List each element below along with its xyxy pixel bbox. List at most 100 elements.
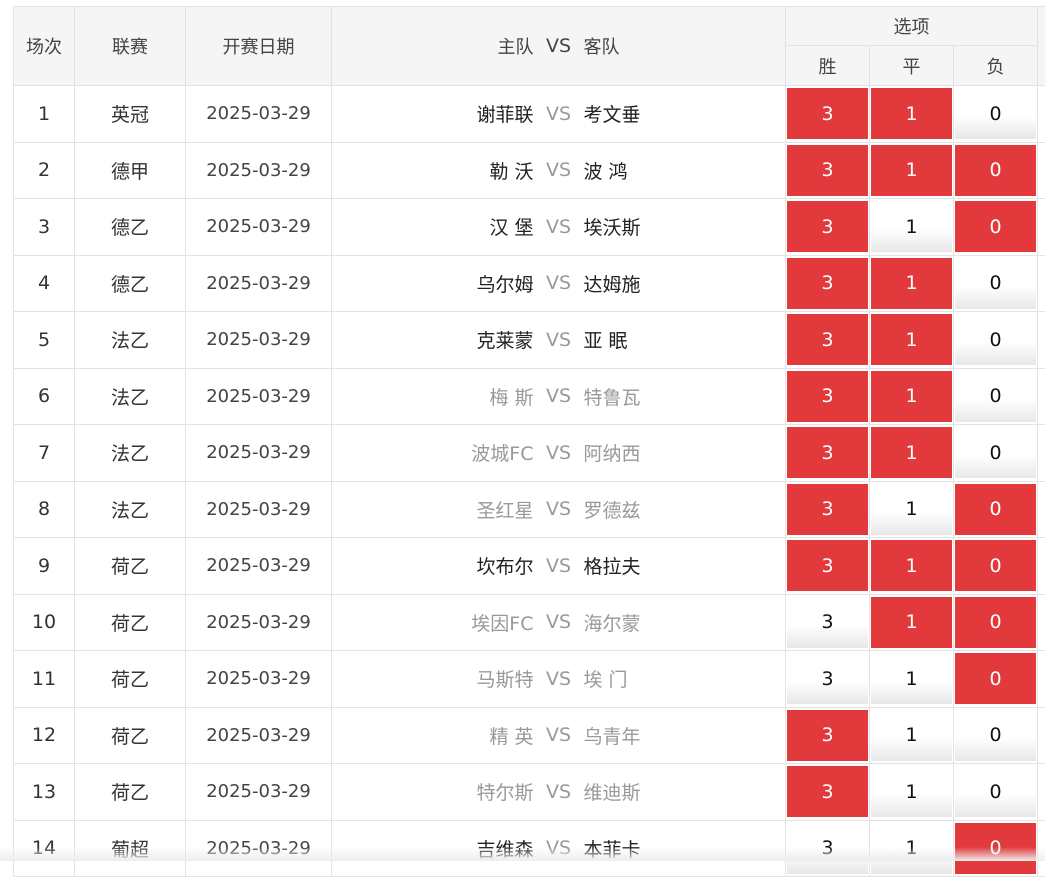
header-options: 选项 — [786, 7, 1038, 46]
header-spacer — [1038, 7, 1045, 86]
option-draw-button[interactable]: 1 — [871, 145, 952, 196]
row-spacer — [1038, 764, 1045, 821]
match-number: 5 — [14, 312, 75, 369]
home-team: 坎布尔 — [334, 552, 534, 579]
match-date: 2025-03-29 — [186, 707, 332, 764]
vs-label: VS — [534, 103, 584, 125]
option-lose-button[interactable]: 0 — [955, 88, 1036, 139]
table-row: 12荷乙2025-03-29精 英VS乌青年310 — [14, 707, 1045, 764]
home-team: 克莱蒙 — [334, 326, 534, 353]
match-teams: 特尔斯VS维迪斯 — [332, 764, 786, 821]
table-row: 10荷乙2025-03-29埃因FCVS海尔蒙310 — [14, 594, 1045, 651]
option-lose-button[interactable]: 0 — [955, 314, 1036, 365]
option-lose-button[interactable]: 0 — [955, 371, 1036, 422]
option-win-button[interactable]: 3 — [787, 540, 868, 591]
option-draw-button[interactable]: 1 — [871, 597, 952, 648]
option-win-button[interactable]: 3 — [787, 710, 868, 761]
option-win-button[interactable]: 3 — [787, 597, 868, 648]
match-teams: 谢菲联VS考文垂 — [332, 86, 786, 143]
option-draw-button[interactable]: 1 — [871, 371, 952, 422]
option-win-button[interactable]: 3 — [787, 371, 868, 422]
row-spacer — [1038, 651, 1045, 708]
match-date: 2025-03-29 — [186, 764, 332, 821]
option-lose-button[interactable]: 0 — [955, 653, 1036, 704]
match-teams: 精 英VS乌青年 — [332, 707, 786, 764]
option-lose-button[interactable]: 0 — [955, 597, 1036, 648]
home-team: 埃因FC — [334, 609, 534, 636]
option-lose-button[interactable]: 0 — [955, 201, 1036, 252]
option-lose-button[interactable]: 0 — [955, 145, 1036, 196]
table-row: 2德甲2025-03-29勒 沃VS波 鸿310 — [14, 142, 1045, 199]
option-draw-button[interactable]: 1 — [871, 427, 952, 478]
vs-label: VS — [534, 498, 584, 520]
header-league: 联赛 — [75, 7, 186, 86]
option-lose-button[interactable]: 0 — [955, 766, 1036, 817]
away-team: 埃沃斯 — [584, 213, 784, 240]
option-lose-button[interactable]: 0 — [955, 710, 1036, 761]
match-date: 2025-03-29 — [186, 142, 332, 199]
option-draw-button[interactable]: 1 — [871, 710, 952, 761]
option-draw-button[interactable]: 1 — [871, 766, 952, 817]
away-team: 考文垂 — [584, 100, 784, 127]
option-lose-button[interactable]: 0 — [955, 258, 1036, 309]
away-team: 海尔蒙 — [584, 609, 784, 636]
away-team: 亚 眠 — [584, 326, 784, 353]
option-draw-button[interactable]: 1 — [871, 540, 952, 591]
option-win-button[interactable]: 3 — [787, 427, 868, 478]
row-spacer — [1038, 425, 1045, 482]
match-date: 2025-03-29 — [186, 86, 332, 143]
league-name: 英冠 — [75, 86, 186, 143]
match-date: 2025-03-29 — [186, 538, 332, 595]
match-number: 13 — [14, 764, 75, 821]
match-teams: 马斯特VS埃 门 — [332, 651, 786, 708]
bottom-fade — [0, 847, 1045, 861]
option-draw-button[interactable]: 1 — [871, 653, 952, 704]
option-lose-button[interactable]: 0 — [955, 484, 1036, 535]
option-win-button[interactable]: 3 — [787, 145, 868, 196]
table-row: 8法乙2025-03-29圣红星VS罗德兹310 — [14, 481, 1045, 538]
option-draw-button[interactable]: 1 — [871, 201, 952, 252]
option-draw-button[interactable]: 1 — [871, 88, 952, 139]
match-number: 1 — [14, 86, 75, 143]
option-win-button[interactable]: 3 — [787, 653, 868, 704]
table-row: 13荷乙2025-03-29特尔斯VS维迪斯310 — [14, 764, 1045, 821]
vs-label: VS — [534, 385, 584, 407]
table-row: 9荷乙2025-03-29坎布尔VS格拉夫310 — [14, 538, 1045, 595]
match-number: 11 — [14, 651, 75, 708]
away-team: 达姆施 — [584, 270, 784, 297]
option-win-button[interactable]: 3 — [787, 88, 868, 139]
league-name: 德乙 — [75, 199, 186, 256]
league-name: 荷乙 — [75, 764, 186, 821]
option-win-button[interactable]: 3 — [787, 766, 868, 817]
league-name: 荷乙 — [75, 594, 186, 651]
away-team: 波 鸿 — [584, 157, 784, 184]
option-lose-button[interactable]: 0 — [955, 427, 1036, 478]
option-win-button[interactable]: 3 — [787, 314, 868, 365]
league-name: 法乙 — [75, 425, 186, 482]
header-win: 胜 — [786, 46, 870, 86]
option-draw-button[interactable]: 1 — [871, 314, 952, 365]
row-spacer — [1038, 594, 1045, 651]
option-draw-button[interactable]: 1 — [871, 258, 952, 309]
option-win-button[interactable]: 3 — [787, 484, 868, 535]
match-table: 场次 联赛 开赛日期 主队 VS 客队 选项 胜 平 负 1英冠2025- — [13, 6, 1045, 877]
vs-label: VS — [534, 611, 584, 633]
option-win-button[interactable]: 3 — [787, 258, 868, 309]
row-spacer — [1038, 142, 1045, 199]
match-number: 10 — [14, 594, 75, 651]
match-date: 2025-03-29 — [186, 312, 332, 369]
match-teams: 乌尔姆VS达姆施 — [332, 255, 786, 312]
option-win-button[interactable]: 3 — [787, 201, 868, 252]
home-team: 波城FC — [334, 439, 534, 466]
table-row: 4德乙2025-03-29乌尔姆VS达姆施310 — [14, 255, 1045, 312]
match-teams: 梅 斯VS特鲁瓦 — [332, 368, 786, 425]
vs-label: VS — [534, 329, 584, 351]
option-draw-button[interactable]: 1 — [871, 484, 952, 535]
home-team: 精 英 — [334, 722, 534, 749]
option-lose-button[interactable]: 0 — [955, 540, 1036, 591]
vs-label: VS — [534, 668, 584, 690]
match-teams: 汉 堡VS埃沃斯 — [332, 199, 786, 256]
header-lose: 负 — [954, 46, 1038, 86]
home-team: 汉 堡 — [334, 213, 534, 240]
league-name: 法乙 — [75, 312, 186, 369]
